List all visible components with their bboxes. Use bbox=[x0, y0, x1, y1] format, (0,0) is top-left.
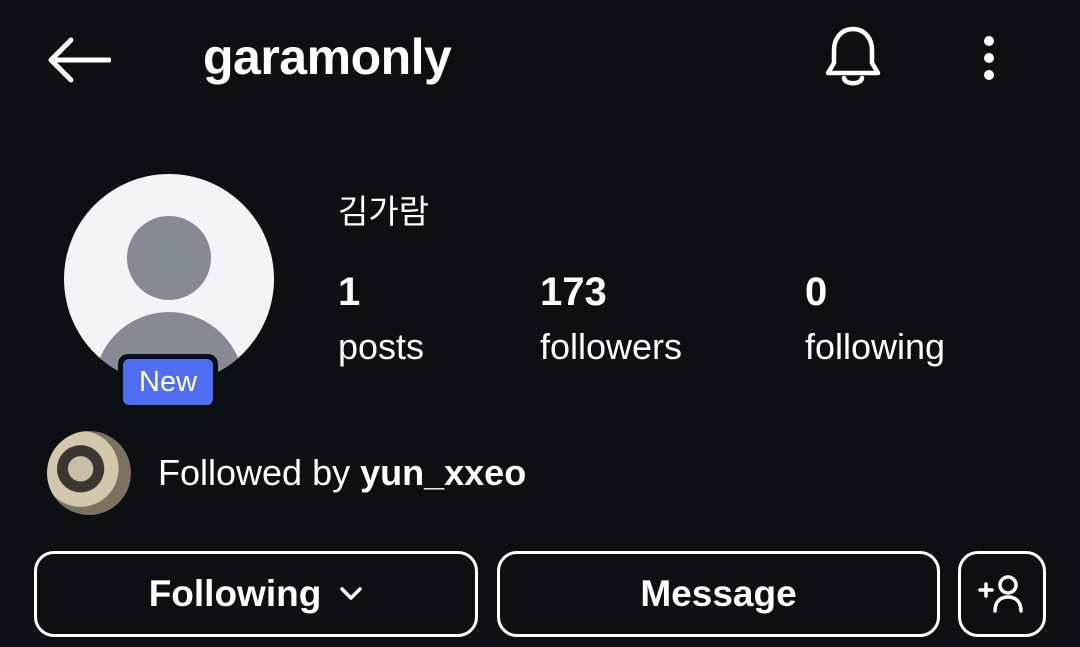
followers-stat[interactable]: 173 followers bbox=[540, 266, 682, 372]
followed-by-username: yun_xxeo bbox=[360, 452, 527, 493]
following-button-label: Following bbox=[148, 573, 322, 614]
bell-icon bbox=[825, 26, 881, 86]
display-name: 김가람 bbox=[338, 192, 430, 231]
message-button-label: Message bbox=[640, 573, 797, 614]
message-button[interactable]: Message bbox=[497, 551, 940, 637]
new-badge: New bbox=[118, 354, 219, 410]
following-count: 0 bbox=[805, 270, 828, 314]
posts-label: posts bbox=[338, 326, 425, 367]
mutual-follower-avatar[interactable] bbox=[47, 431, 131, 515]
profile-avatar[interactable] bbox=[64, 174, 274, 384]
back-button[interactable] bbox=[40, 30, 116, 90]
profile-username-title: garamonly bbox=[203, 29, 452, 85]
followed-by-prefix: Followed by bbox=[158, 452, 361, 493]
more-vertical-icon bbox=[984, 36, 994, 80]
notifications-button[interactable] bbox=[818, 22, 888, 92]
more-options-button[interactable] bbox=[966, 26, 1012, 90]
chevron-down-icon bbox=[339, 586, 363, 602]
following-stat[interactable]: 0 following bbox=[805, 266, 945, 372]
arrow-left-icon bbox=[48, 37, 111, 83]
followed-by-text[interactable]: Followed by yun_xxeo bbox=[158, 450, 526, 496]
following-label: following bbox=[805, 326, 946, 367]
new-badge-label: New bbox=[123, 359, 214, 405]
followers-count: 173 bbox=[540, 270, 607, 314]
followers-label: followers bbox=[540, 326, 683, 367]
suggested-users-button[interactable] bbox=[958, 551, 1046, 637]
avatar-placeholder-head bbox=[127, 216, 211, 300]
posts-count: 1 bbox=[338, 270, 361, 314]
posts-stat[interactable]: 1 posts bbox=[338, 266, 424, 372]
following-button[interactable]: Following bbox=[34, 551, 478, 637]
add-person-icon bbox=[978, 575, 1023, 613]
